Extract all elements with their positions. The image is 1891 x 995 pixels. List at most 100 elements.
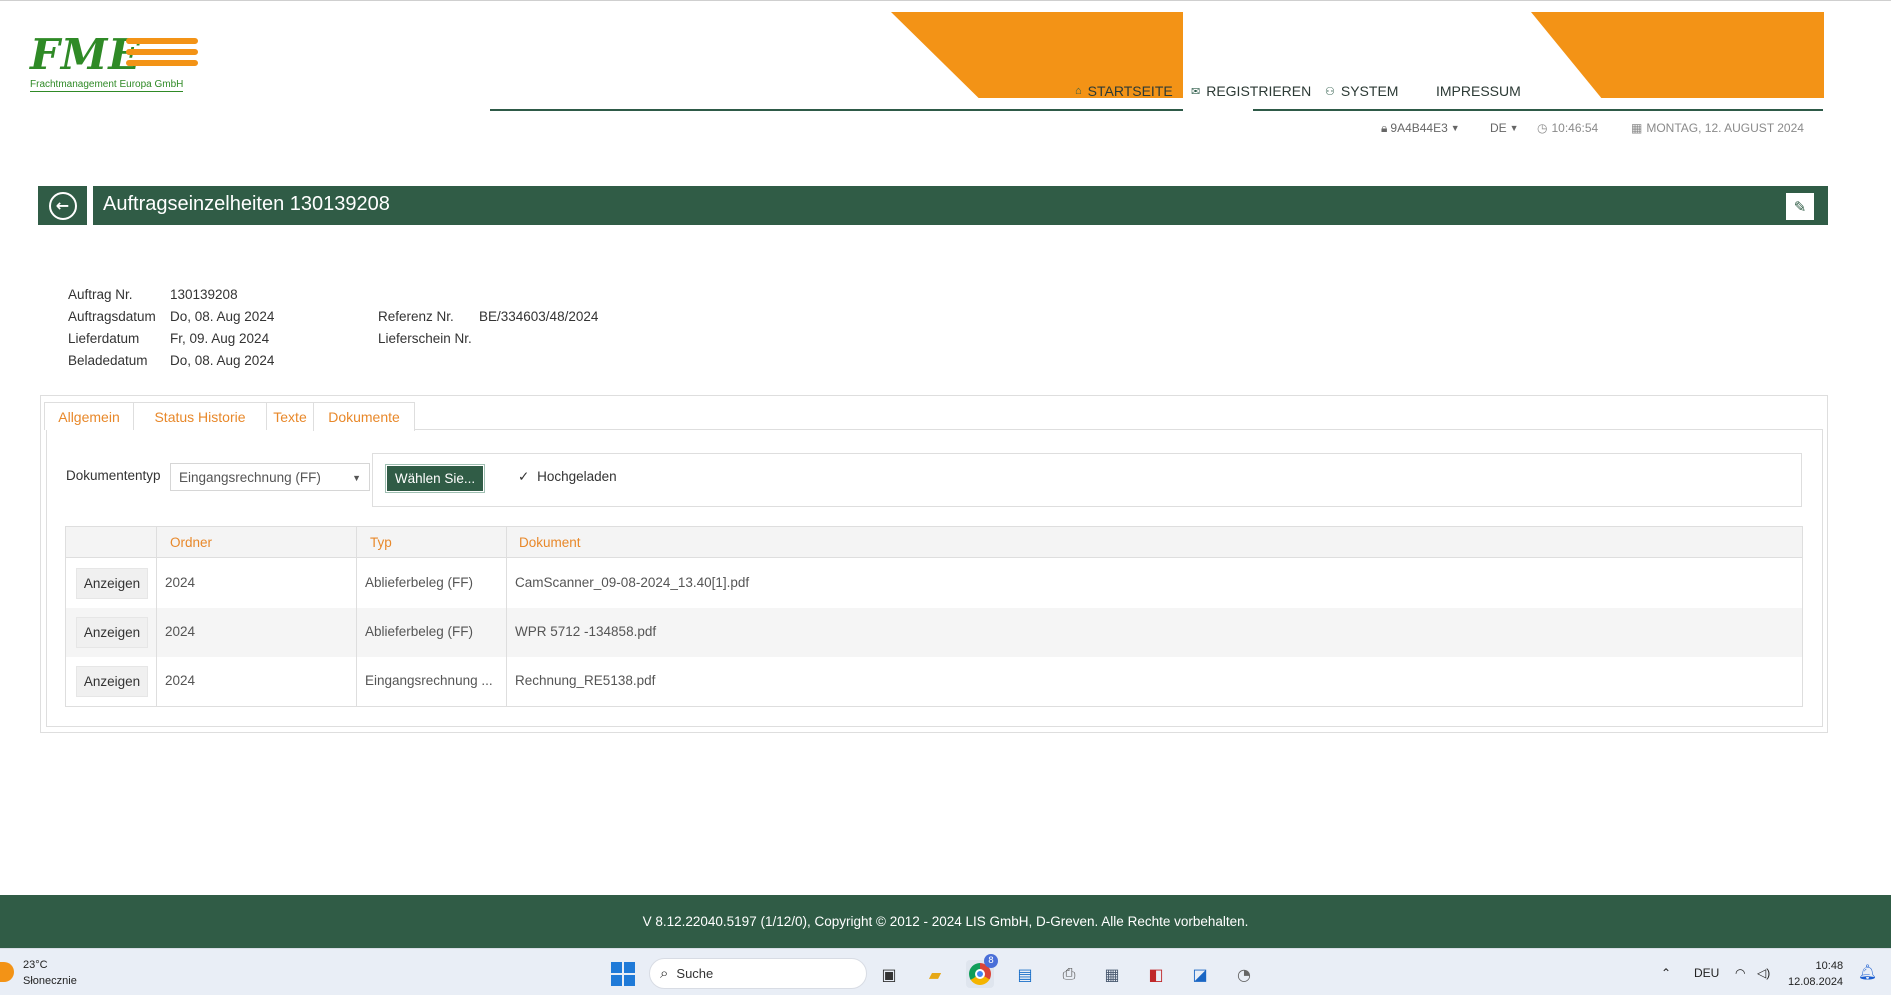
- search-icon: ⌕: [660, 965, 669, 982]
- nav-registrieren-label: REGISTRIEREN: [1206, 83, 1312, 99]
- document-type-select[interactable]: Eingangsrechnung (FF) ▼: [170, 463, 370, 491]
- notification-bell-icon[interactable]: 🔔︎: [1858, 963, 1877, 981]
- view-button[interactable]: Anzeigen: [76, 617, 148, 648]
- chevron-up-icon[interactable]: ⌃: [1661, 966, 1671, 980]
- delivery-note-label: Lieferschein Nr.: [378, 331, 472, 346]
- user-dropdown[interactable]: 🔒︎ 9A4B44E3 ▼: [1381, 120, 1460, 136]
- logo-company: Frachtmanagement Europa GmbH: [30, 79, 184, 92]
- top-border: [0, 0, 1891, 4]
- calendar-icon: ▦: [1631, 121, 1643, 135]
- file-explorer-icon[interactable]: ▰: [921, 960, 949, 988]
- windows-start-button[interactable]: [611, 962, 635, 986]
- clock-icon: ◷: [1537, 121, 1548, 135]
- column-header-typ[interactable]: Typ: [370, 535, 392, 550]
- loading-date-label: Beladedatum: [68, 353, 148, 368]
- calculator-icon[interactable]: ▦: [1098, 960, 1126, 988]
- reference-label: Referenz Nr.: [378, 309, 454, 324]
- type-cell: Ablieferbeleg (FF): [365, 575, 474, 590]
- back-button[interactable]: ←: [38, 186, 87, 225]
- user-id: 9A4B44E3: [1390, 121, 1448, 135]
- taskbar-time: 10:48: [1815, 960, 1844, 972]
- outlook-icon[interactable]: ◪: [1186, 960, 1214, 988]
- footer-copyright: V 8.12.22040.5197 (1/12/0), Copyright © …: [642, 914, 1249, 929]
- document-type-label: Dokumententyp: [66, 468, 161, 483]
- input-language[interactable]: DEU: [1694, 966, 1719, 980]
- type-cell: Eingangsrechnung ...: [365, 673, 493, 688]
- logo-mark: FME: [30, 30, 142, 79]
- nav-registrieren[interactable]: ✉ REGISTRIEREN: [1191, 82, 1311, 100]
- taskbar-clock[interactable]: 10:48 12.08.2024: [1788, 958, 1843, 990]
- column-divider: [506, 527, 507, 706]
- sitemap-icon: ⚇: [1325, 85, 1335, 98]
- nav-startseite[interactable]: ⌂ STARTSEITE: [1075, 82, 1173, 100]
- weather-widget[interactable]: 23°C Słonecznie: [23, 957, 77, 989]
- nav-underline-left: [490, 109, 1183, 111]
- uploaded-label: Hochgeladen: [537, 469, 617, 484]
- footer: V 8.12.22040.5197 (1/12/0), Copyright © …: [0, 895, 1891, 948]
- column-divider: [156, 527, 157, 706]
- edit-button[interactable]: ✎: [1786, 193, 1814, 220]
- remote-desktop-icon[interactable]: ▤: [1011, 960, 1039, 988]
- volume-icon[interactable]: ◁): [1757, 966, 1770, 980]
- language-dropdown[interactable]: DE ▼: [1490, 120, 1519, 136]
- page-title-bar: Auftragseinzelheiten 130139208 ✎: [93, 186, 1828, 225]
- server-time-value: 10:46:54: [1551, 121, 1599, 135]
- nav-startseite-label: STARTSEITE: [1087, 83, 1173, 99]
- choose-file-button[interactable]: Wählen Sie...: [385, 464, 485, 493]
- column-divider: [356, 527, 357, 706]
- chrome-badge: 8: [984, 954, 998, 968]
- nav-system[interactable]: ⚇ SYSTEM: [1325, 82, 1398, 100]
- order-date-value: Do, 08. Aug 2024: [170, 309, 275, 324]
- fme-logo[interactable]: FME Frachtmanagement Europa GmbH: [30, 30, 198, 92]
- tab-allgemein[interactable]: Allgemein: [44, 402, 134, 430]
- nav-system-label: SYSTEM: [1340, 83, 1399, 99]
- column-header-ordner[interactable]: Ordner: [170, 535, 212, 550]
- order-date-label: Auftragsdatum: [68, 309, 156, 324]
- logo-stripes: [126, 38, 198, 74]
- access-icon[interactable]: ◧: [1142, 960, 1170, 988]
- header-decoration-right: [1531, 12, 1824, 98]
- document-cell: WPR 5712 -134858.pdf: [515, 624, 657, 639]
- clock-app-icon[interactable]: ◔: [1230, 960, 1258, 988]
- chrome-icon[interactable]: 8: [966, 954, 998, 988]
- document-type-value: Eingangsrechnung (FF): [179, 470, 321, 485]
- nav-underline-right: [1253, 109, 1823, 111]
- table-row: Anzeigen 2024 Ablieferbeleg (FF) CamScan…: [66, 559, 1802, 608]
- type-cell: Ablieferbeleg (FF): [365, 624, 474, 639]
- reference-value: BE/334603/48/2024: [479, 309, 599, 324]
- taskbar-date: 12.08.2024: [1788, 976, 1844, 988]
- view-button[interactable]: Anzeigen: [76, 666, 148, 697]
- check-icon: ✓: [518, 469, 530, 484]
- language-code: DE: [1490, 121, 1507, 135]
- column-header-dokument[interactable]: Dokument: [519, 535, 581, 550]
- delivery-date-value: Fr, 09. Aug 2024: [170, 331, 270, 346]
- loading-date-value: Do, 08. Aug 2024: [170, 353, 275, 368]
- home-icon: ⌂: [1075, 85, 1082, 97]
- chevron-down-icon: ▼: [352, 473, 361, 483]
- current-date: ▦ MONTAG, 12. AUGUST 2024: [1631, 120, 1804, 136]
- documents-table: Ordner Typ Dokument Anzeigen 2024 Ablief…: [65, 526, 1803, 707]
- nav-impressum[interactable]: IMPRESSUM: [1436, 82, 1521, 100]
- table-row: Anzeigen 2024 Eingangsrechnung ... Rechn…: [66, 657, 1802, 706]
- tab-texte[interactable]: Texte: [266, 402, 314, 430]
- order-no-label: Auftrag Nr.: [68, 287, 133, 302]
- taskbar-search[interactable]: ⌕ Suche: [649, 958, 867, 989]
- order-no-value: 130139208: [170, 287, 238, 302]
- task-view-icon[interactable]: ▣: [875, 960, 903, 988]
- document-cell: Rechnung_RE5138.pdf: [515, 673, 656, 688]
- arrow-left-icon: ←: [48, 191, 77, 220]
- tab-status-historie[interactable]: Status Historie: [133, 402, 267, 430]
- folder-cell: 2024: [165, 624, 196, 639]
- table-row: Anzeigen 2024 Ablieferbeleg (FF) WPR 571…: [66, 608, 1802, 657]
- wifi-icon[interactable]: ◠: [1735, 966, 1745, 980]
- current-date-value: MONTAG, 12. AUGUST 2024: [1646, 121, 1804, 135]
- tab-dokumente[interactable]: Dokumente: [313, 402, 415, 431]
- mail-icon: ✉: [1191, 85, 1201, 98]
- folder-cell: 2024: [165, 673, 196, 688]
- taskbar-search-label: Suche: [676, 966, 714, 981]
- uploaded-status: ✓ Hochgeladen: [518, 469, 617, 485]
- folder-cell: 2024: [165, 575, 196, 590]
- printer-icon[interactable]: ⎙: [1055, 960, 1083, 988]
- nav-impressum-label: IMPRESSUM: [1436, 83, 1521, 99]
- view-button[interactable]: Anzeigen: [76, 568, 148, 599]
